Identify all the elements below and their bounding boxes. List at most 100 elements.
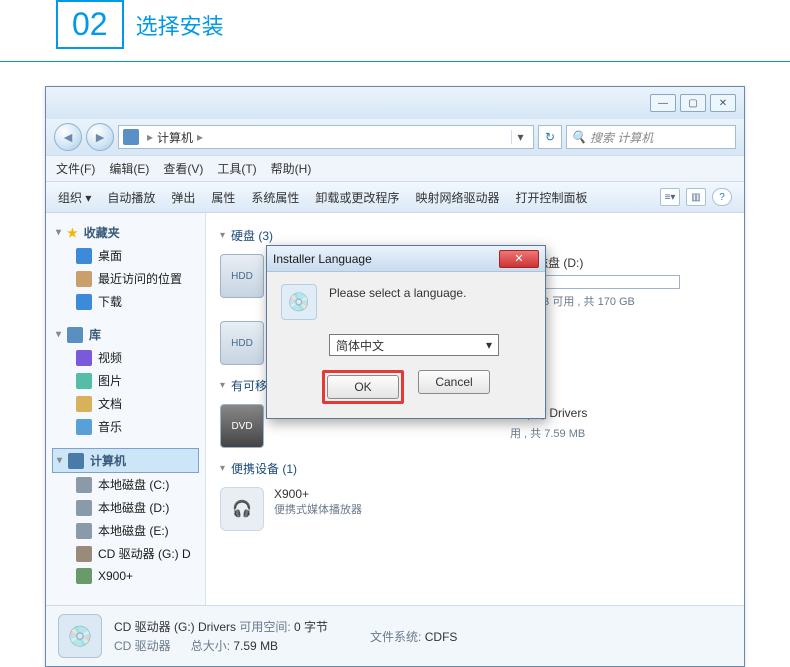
sidebar-item-video[interactable]: 视频 bbox=[52, 346, 199, 369]
download-icon bbox=[76, 294, 92, 310]
status-sub: CD 驱动器 bbox=[114, 639, 171, 653]
portable-device[interactable]: 🎧 X900+ 便携式媒体播放器 bbox=[220, 487, 730, 531]
dvd-icon: DVD bbox=[220, 404, 264, 448]
sidebar-item-documents[interactable]: 文档 bbox=[52, 392, 199, 415]
toolbar-autoplay[interactable]: 自动播放 bbox=[107, 189, 155, 206]
document-icon bbox=[76, 396, 92, 412]
device-icon bbox=[76, 568, 92, 584]
status-free-val: 0 字节 bbox=[294, 620, 328, 634]
language-select[interactable]: 简体中文 ▾ bbox=[329, 334, 499, 356]
language-select-wrap: 简体中文 ▾ bbox=[329, 334, 531, 356]
ok-highlight: OK bbox=[322, 370, 404, 404]
status-free-key: 可用空间: bbox=[239, 620, 290, 634]
sidebar-item-drive-d[interactable]: 本地磁盘 (D:) bbox=[52, 496, 199, 519]
sidebar-favorites-header[interactable]: ▾★收藏夹 bbox=[52, 221, 199, 244]
preview-pane-button[interactable]: ▥ bbox=[686, 188, 706, 206]
sidebar-item-pictures[interactable]: 图片 bbox=[52, 369, 199, 392]
status-fs-key: 文件系统: bbox=[370, 630, 421, 644]
sidebar-libraries-header[interactable]: ▾库 bbox=[52, 323, 199, 346]
chevron-down-icon: ▾ bbox=[220, 463, 225, 474]
menu-help[interactable]: 帮助(H) bbox=[271, 160, 312, 177]
status-size-val: 7.59 MB bbox=[233, 639, 278, 653]
dialog-buttons: OK Cancel bbox=[281, 370, 531, 404]
breadcrumb-dropdown[interactable]: ▾ bbox=[511, 130, 529, 144]
nav-row: ◄ ► ▸ 计算机 ▸ ▾ ↻ 🔍 搜索 计算机 bbox=[46, 119, 744, 155]
ok-button[interactable]: OK bbox=[327, 375, 399, 399]
forward-button[interactable]: ► bbox=[86, 123, 114, 151]
section-portable[interactable]: ▾便携设备 (1) bbox=[220, 460, 730, 477]
explorer-window: — ▢ ✕ ◄ ► ▸ 计算机 ▸ ▾ ↻ 🔍 搜索 计算机 文件(F) 编辑(… bbox=[45, 86, 745, 667]
sidebar-item-drive-c[interactable]: 本地磁盘 (C:) bbox=[52, 473, 199, 496]
chevron-down-icon: ▾ bbox=[486, 338, 492, 352]
cd-icon bbox=[76, 546, 92, 562]
maximize-button[interactable]: ▢ bbox=[680, 94, 706, 112]
toolbar-uninstall[interactable]: 卸载或更改程序 bbox=[315, 189, 399, 206]
titlebar: — ▢ ✕ bbox=[46, 87, 744, 119]
cancel-button[interactable]: Cancel bbox=[418, 370, 490, 394]
breadcrumb[interactable]: ▸ 计算机 ▸ ▾ bbox=[118, 125, 534, 149]
toolbar-properties[interactable]: 属性 bbox=[211, 189, 235, 206]
menu-tools[interactable]: 工具(T) bbox=[217, 160, 256, 177]
hdd-icon bbox=[76, 477, 92, 493]
sidebar-item-desktop[interactable]: 桌面 bbox=[52, 244, 199, 267]
computer-icon bbox=[123, 129, 139, 145]
dialog-message: Please select a language. bbox=[329, 284, 531, 300]
status-fs-val: CDFS bbox=[425, 630, 458, 644]
menu-edit[interactable]: 编辑(E) bbox=[109, 160, 149, 177]
close-button[interactable]: ✕ bbox=[710, 94, 736, 112]
help-button[interactable]: ? bbox=[712, 188, 732, 206]
status-title: CD 驱动器 (G:) Drivers bbox=[114, 620, 236, 634]
step-header: 02 选择安装 bbox=[0, 0, 790, 61]
sidebar-item-downloads[interactable]: 下载 bbox=[52, 290, 199, 313]
minimize-button[interactable]: — bbox=[650, 94, 676, 112]
view-mode-button[interactable]: ≡▾ bbox=[660, 188, 680, 206]
hdd-icon bbox=[76, 500, 92, 516]
hdd-icon: HDD bbox=[220, 321, 264, 365]
dialog-close-button[interactable]: ✕ bbox=[499, 250, 539, 268]
search-icon: 🔍 bbox=[571, 130, 586, 144]
section-harddisk[interactable]: ▾硬盘 (3) bbox=[220, 227, 730, 244]
toolbar: 组织 ▾ 自动播放 弹出 属性 系统属性 卸载或更改程序 映射网络驱动器 打开控… bbox=[46, 182, 744, 213]
breadcrumb-root[interactable]: 计算机 bbox=[157, 129, 193, 146]
sidebar-item-music[interactable]: 音乐 bbox=[52, 415, 199, 438]
dialog-title: Installer Language bbox=[273, 252, 372, 266]
breadcrumb-sep: ▸ bbox=[197, 130, 203, 144]
music-icon bbox=[76, 419, 92, 435]
sidebar-computer: ▾计算机 本地磁盘 (C:) 本地磁盘 (D:) 本地磁盘 (E:) CD 驱动… bbox=[52, 448, 199, 587]
status-col2: 文件系统: CDFS bbox=[370, 628, 457, 645]
picture-icon bbox=[76, 373, 92, 389]
statusbar: 💿 CD 驱动器 (G:) Drivers 可用空间: 0 字节 CD 驱动器 … bbox=[46, 605, 744, 666]
dialog-titlebar[interactable]: Installer Language ✕ bbox=[267, 246, 545, 272]
chevron-down-icon: ▾ bbox=[220, 380, 225, 391]
status-text: CD 驱动器 (G:) Drivers 可用空间: 0 字节 CD 驱动器 总大… bbox=[114, 618, 328, 654]
sidebar-item-drive-e[interactable]: 本地磁盘 (E:) bbox=[52, 519, 199, 542]
sidebar-favorites: ▾★收藏夹 桌面 最近访问的位置 下载 bbox=[52, 221, 199, 313]
search-placeholder: 搜索 计算机 bbox=[590, 129, 653, 146]
sidebar-item-cd-drive[interactable]: CD 驱动器 (G:) D bbox=[52, 542, 199, 565]
hdd-icon: HDD bbox=[220, 254, 264, 298]
back-button[interactable]: ◄ bbox=[54, 123, 82, 151]
sidebar-computer-header[interactable]: ▾计算机 bbox=[52, 448, 199, 473]
chevron-down-icon: ▾ bbox=[220, 230, 225, 241]
step-title: 选择安装 bbox=[136, 9, 224, 41]
toolbar-control-panel[interactable]: 打开控制面板 bbox=[515, 189, 587, 206]
toolbar-system-properties[interactable]: 系统属性 bbox=[251, 189, 299, 206]
content-pane: ▾硬盘 (3) HDD 本地磁盘 (C:) 88.2 GB 可用 , 共 100… bbox=[206, 213, 744, 605]
search-input[interactable]: 🔍 搜索 计算机 bbox=[566, 125, 736, 149]
window-body: ▾★收藏夹 桌面 最近访问的位置 下载 ▾库 视频 图片 文档 音乐 ▾计算机 … bbox=[46, 213, 744, 605]
sidebar-item-device[interactable]: X900+ bbox=[52, 565, 199, 587]
installer-icon: 💿 bbox=[281, 284, 317, 320]
desktop-icon bbox=[76, 248, 92, 264]
breadcrumb-sep: ▸ bbox=[147, 130, 153, 144]
menu-file[interactable]: 文件(F) bbox=[56, 160, 95, 177]
toolbar-map-drive[interactable]: 映射网络驱动器 bbox=[415, 189, 499, 206]
computer-icon bbox=[68, 453, 84, 469]
toolbar-eject[interactable]: 弹出 bbox=[171, 189, 195, 206]
menu-view[interactable]: 查看(V) bbox=[163, 160, 203, 177]
sidebar: ▾★收藏夹 桌面 最近访问的位置 下载 ▾库 视频 图片 文档 音乐 ▾计算机 … bbox=[46, 213, 206, 605]
refresh-button[interactable]: ↻ bbox=[538, 125, 562, 149]
library-icon bbox=[67, 327, 83, 343]
toolbar-organize[interactable]: 组织 ▾ bbox=[58, 189, 91, 206]
sidebar-item-recent[interactable]: 最近访问的位置 bbox=[52, 267, 199, 290]
divider bbox=[0, 61, 790, 62]
